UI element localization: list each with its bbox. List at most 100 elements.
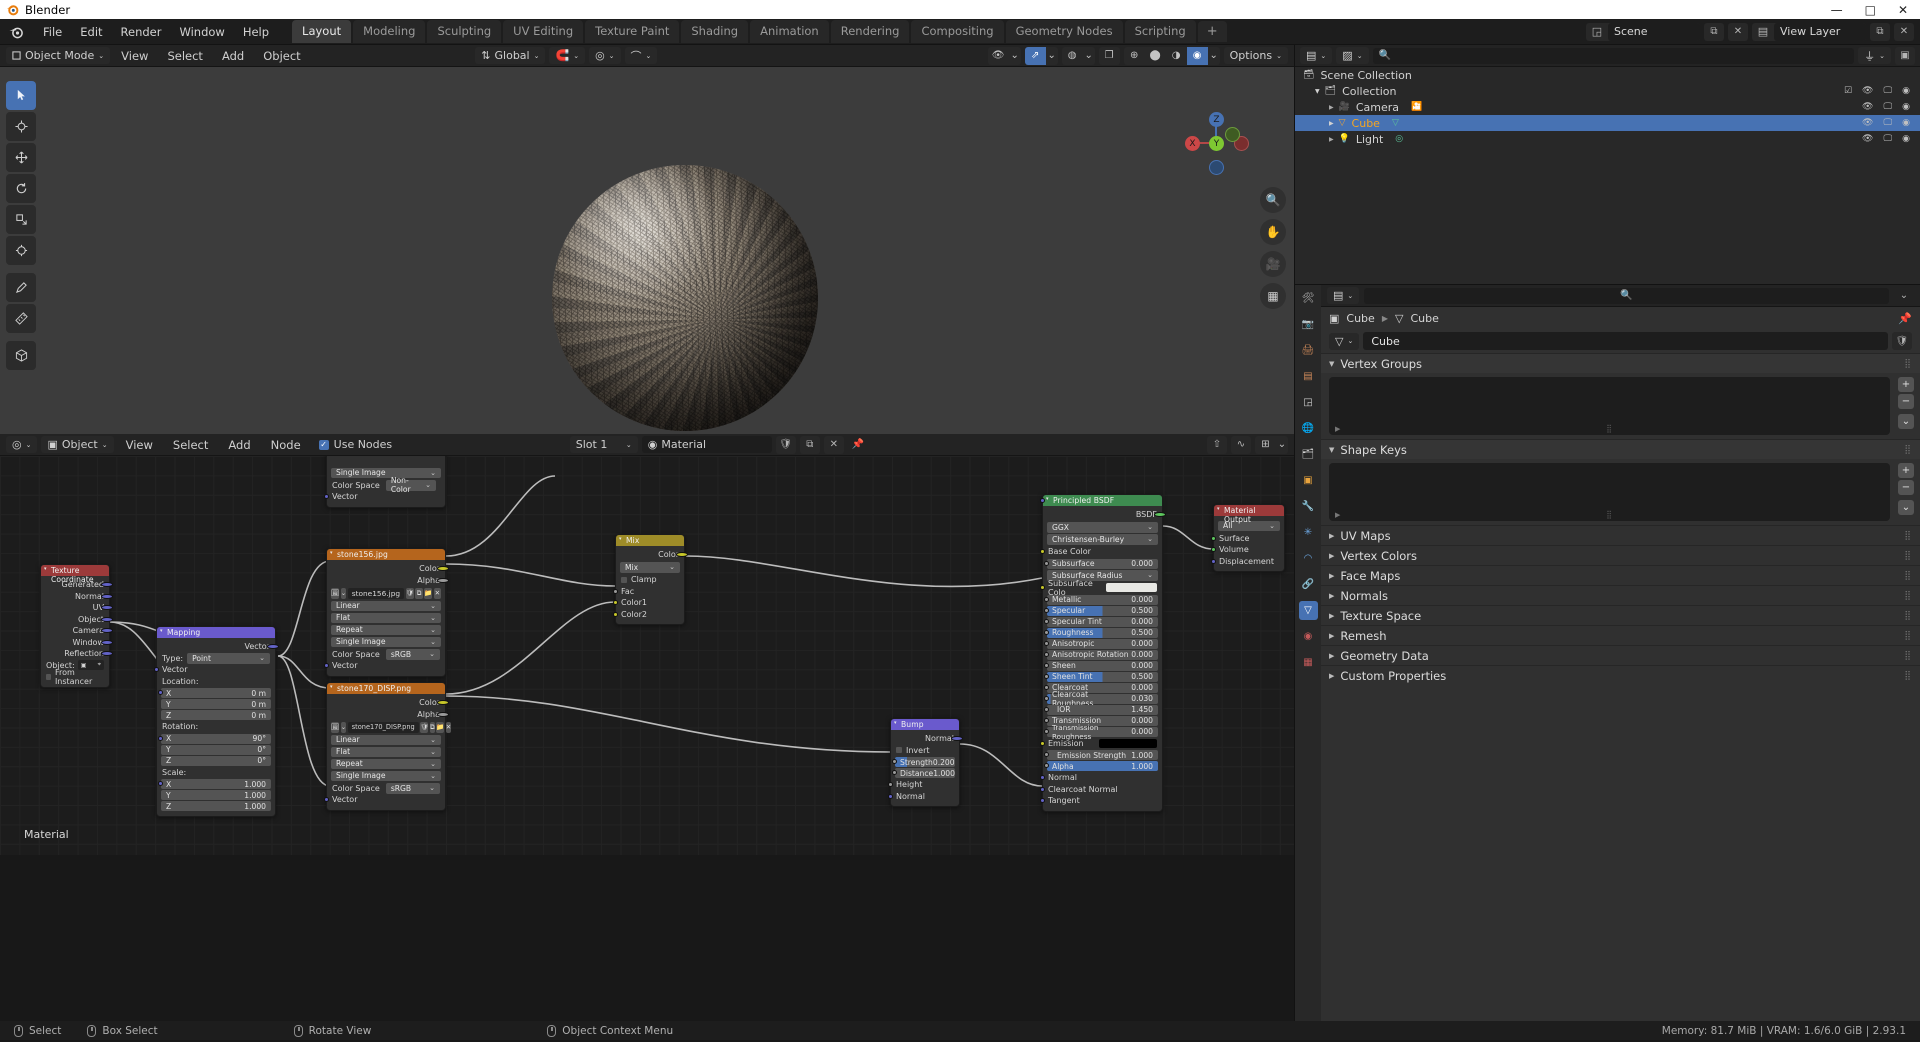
tool-move[interactable]: [6, 143, 36, 172]
image-selector-row[interactable]: 🖼 ⌄ stone156.jpg 🛡 ⧉ 📁 ✕: [331, 588, 441, 599]
distance-field[interactable]: Distance 1.000: [891, 768, 955, 778]
node-overlay-selector[interactable]: ⊞ ⌄: [1254, 435, 1288, 454]
shading-material-preview[interactable]: ◑: [1166, 47, 1187, 65]
checkbox-icon[interactable]: [46, 673, 51, 680]
prop-base-color[interactable]: Base Color: [1039, 546, 1162, 558]
render-camera-icon[interactable]: ◉: [1902, 86, 1910, 96]
projection-dropdown[interactable]: Flat: [331, 746, 441, 757]
scale-z-field[interactable]: Z 1.000: [161, 801, 271, 811]
prop-emission[interactable]: Emission: [1039, 738, 1162, 750]
eye-icon[interactable]: 👁: [1862, 118, 1873, 128]
vertex-groups-list[interactable]: ▶ ⣿: [1329, 377, 1890, 435]
disclosure-triangle-icon[interactable]: ▶: [1329, 120, 1334, 127]
monitor-icon[interactable]: 🖵: [1883, 102, 1892, 112]
projection-dropdown[interactable]: Flat: [331, 612, 441, 623]
socket-alpha[interactable]: [1043, 763, 1049, 768]
node-output-uv[interactable]: UV: [41, 602, 113, 614]
node-input-displacement[interactable]: Displacement: [1210, 556, 1284, 568]
unlink-scene-button[interactable]: ✕: [1728, 22, 1748, 41]
material-name-field[interactable]: ◉ Material: [641, 436, 772, 453]
socket-height[interactable]: [887, 782, 893, 788]
node-input-normal[interactable]: Normal: [887, 791, 959, 803]
new-scene-button[interactable]: ⧉: [1704, 22, 1724, 41]
socket-metallic[interactable]: [1043, 596, 1049, 602]
monitor-icon[interactable]: 🖵: [1883, 134, 1892, 144]
fake-user-icon[interactable]: 🛡: [405, 588, 414, 599]
viewport-menu-select[interactable]: Select: [159, 47, 210, 65]
node-menu-node[interactable]: Node: [263, 436, 309, 454]
panel-header[interactable]: ▶ Texture Space ⣿: [1321, 606, 1920, 625]
chevron-down-icon[interactable]: ⌄: [340, 588, 347, 599]
grip-icon[interactable]: ⣿: [1606, 510, 1613, 519]
scene-selector[interactable]: ◲ Scene: [1586, 22, 1700, 41]
panel-header[interactable]: ▶ Custom Properties ⣿: [1321, 666, 1920, 685]
eye-icon[interactable]: 👁: [1862, 102, 1873, 112]
xray-toggle[interactable]: ❐: [1098, 46, 1120, 65]
eye-icon[interactable]: 👁: [1862, 134, 1873, 144]
tool-transform[interactable]: [6, 236, 36, 265]
node-image-texture-top[interactable]: Single Image Color Space Non-Color Vecto…: [323, 456, 446, 508]
scene-name[interactable]: Scene: [1608, 22, 1700, 41]
node-editor-type-selector[interactable]: ◎ ⌄: [6, 436, 38, 453]
tab-modifier[interactable]: 🔧: [1299, 497, 1318, 516]
disclosure-triangle-icon[interactable]: ▶: [1329, 652, 1334, 660]
extension-dropdown[interactable]: Repeat: [331, 758, 441, 769]
unlink-image-icon[interactable]: ✕: [445, 722, 452, 733]
node-curve-icon[interactable]: ∿: [1230, 435, 1251, 454]
tab-scene[interactable]: ◲: [1299, 393, 1318, 412]
tab-tool[interactable]: 🛠: [1299, 289, 1318, 308]
prop-clearcoat-roughness[interactable]: Clearcoat Roughness 0.030: [1043, 690, 1158, 708]
scale-x-field[interactable]: X 1.000: [157, 779, 271, 789]
subsurface-method-dropdown[interactable]: Christensen-Burley: [1047, 534, 1158, 545]
monitor-icon[interactable]: 🖵: [1883, 86, 1892, 96]
overlays-selector[interactable]: ◍ ⌄: [1061, 46, 1095, 65]
new-material-icon[interactable]: ⧉: [799, 435, 820, 454]
workspace-tab-animation[interactable]: Animation: [750, 20, 829, 43]
mesh-data-icon[interactable]: ▽: [1392, 118, 1399, 128]
render-camera-icon[interactable]: ◉: [1902, 134, 1910, 144]
workspace-tab-modeling[interactable]: Modeling: [353, 20, 426, 43]
node-output-normal[interactable]: Normal: [41, 591, 113, 603]
prop-anisotropic-rotation[interactable]: Anisotropic Rotation 0.000: [1043, 649, 1158, 660]
eye-icon[interactable]: 👁: [1862, 86, 1873, 96]
gizmo-selector[interactable]: ⇗ ⌄: [1024, 46, 1058, 65]
copy-image-icon[interactable]: ⧉: [429, 722, 435, 733]
object-icon[interactable]: ▣: [1329, 312, 1339, 325]
properties-editor[interactable]: 🛠 📷 🖨 ▤ ◲ 🌐 🗂 ▣ 🔧 ✳ ◠ 🔗 ▽ ◉ ▦ ▤ ⌄ 🔍 ⌄ ▣ …: [1295, 284, 1920, 1021]
shape-key-specials-menu[interactable]: ⌄: [1898, 500, 1914, 515]
maximize-button[interactable]: □: [1865, 4, 1876, 16]
panel-header[interactable]: ▶ UV Maps ⣿: [1321, 526, 1920, 545]
fake-user-icon[interactable]: 🛡: [1892, 332, 1912, 350]
node-header[interactable]: Texture Coordinate: [41, 565, 109, 584]
node-input-color2[interactable]: Color2: [612, 609, 684, 621]
socket-location[interactable]: [157, 690, 163, 695]
add-vertex-group-button[interactable]: +: [1898, 377, 1914, 392]
node-texture-coordinate[interactable]: Texture Coordinate Generated Normal UV O…: [40, 564, 113, 688]
chevron-down-icon[interactable]: ⌄: [1208, 47, 1220, 65]
minimize-button[interactable]: —: [1831, 4, 1843, 16]
socket-sheen[interactable]: [1043, 662, 1049, 668]
disclosure-triangle-icon[interactable]: ▶: [1329, 572, 1334, 580]
prop-metallic[interactable]: Metallic 0.000: [1043, 594, 1158, 605]
shading-solid[interactable]: ⬤: [1145, 47, 1166, 65]
socket-scale[interactable]: [157, 781, 163, 786]
camera-data-icon[interactable]: 🎦: [1411, 102, 1422, 112]
hand-icon[interactable]: ✋: [1260, 219, 1286, 245]
socket-object[interactable]: [100, 616, 113, 622]
outliner-row-camera[interactable]: ▶ 🎥 Camera 🎦 👁 🖵 ◉: [1295, 99, 1920, 115]
copy-image-icon[interactable]: ⧉: [415, 588, 423, 599]
panel-header[interactable]: ▶ Remesh ⣿: [1321, 626, 1920, 645]
node-output-alpha[interactable]: Alpha: [327, 709, 449, 721]
view-layer-name[interactable]: View Layer: [1774, 22, 1866, 41]
pin-icon[interactable]: 📌: [1898, 312, 1912, 325]
socket-transmission-roughness[interactable]: [1043, 728, 1049, 734]
workspace-tab-uv-editing[interactable]: UV Editing: [503, 20, 584, 43]
outliner-filter-id[interactable]: ▨ ⌄: [1336, 47, 1369, 64]
colorspace-dropdown[interactable]: Non-Color: [385, 476, 436, 494]
socket-rotation[interactable]: [157, 735, 163, 741]
extension-dropdown[interactable]: Repeat: [331, 624, 441, 635]
monitor-icon[interactable]: 🖵: [1883, 118, 1892, 128]
gizmo-axis-x[interactable]: X: [1185, 136, 1200, 151]
node-principled-bsdf[interactable]: Principled BSDF BSDF GGX Christensen-Bur…: [1039, 494, 1166, 812]
gizmo-axis-y[interactable]: Y: [1209, 136, 1224, 151]
